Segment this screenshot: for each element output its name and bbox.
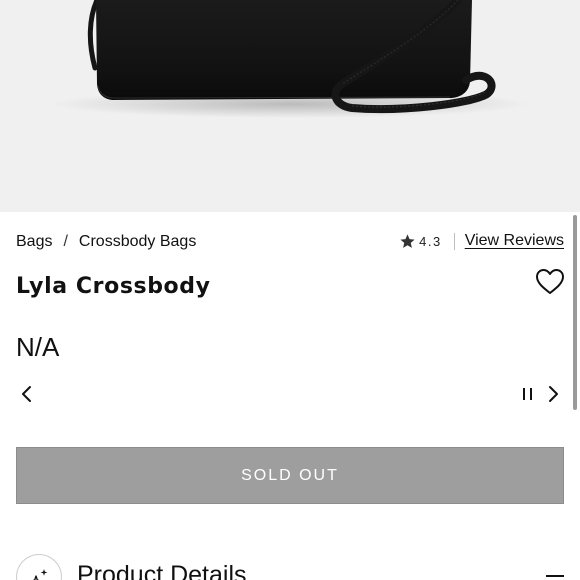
scrollbar[interactable] — [573, 215, 577, 410]
rating-summary: 4.3 View Reviews — [399, 232, 564, 250]
rating-score: 4.3 — [419, 233, 442, 249]
view-reviews-link[interactable]: View Reviews — [465, 232, 564, 250]
rating-divider — [453, 232, 455, 250]
chevron-right-icon[interactable] — [544, 384, 562, 404]
sold-out-button[interactable]: SOLD OUT — [16, 447, 564, 504]
breadcrumb-separator: / — [63, 233, 68, 250]
product-details-heading[interactable]: Product Details — [77, 561, 247, 580]
heart-icon[interactable] — [535, 268, 565, 295]
product-title: Lyla Crossbody — [16, 274, 211, 299]
product-price: N/A — [16, 332, 60, 362]
breadcrumb-link-bags[interactable]: Bags — [16, 233, 52, 251]
product-image[interactable] — [0, 0, 580, 212]
breadcrumb: Bags / Crossbody Bags — [16, 233, 196, 251]
star-icon — [400, 233, 415, 248]
details-icon-badge — [16, 554, 62, 580]
pause-icon[interactable] — [521, 385, 535, 403]
chevron-left-icon[interactable] — [18, 384, 36, 404]
collapse-icon[interactable] — [546, 575, 564, 577]
bag-image — [50, 0, 530, 118]
breadcrumb-link-crossbody-bags[interactable]: Crossbody Bags — [79, 233, 196, 251]
sparkle-icon — [32, 569, 48, 580]
